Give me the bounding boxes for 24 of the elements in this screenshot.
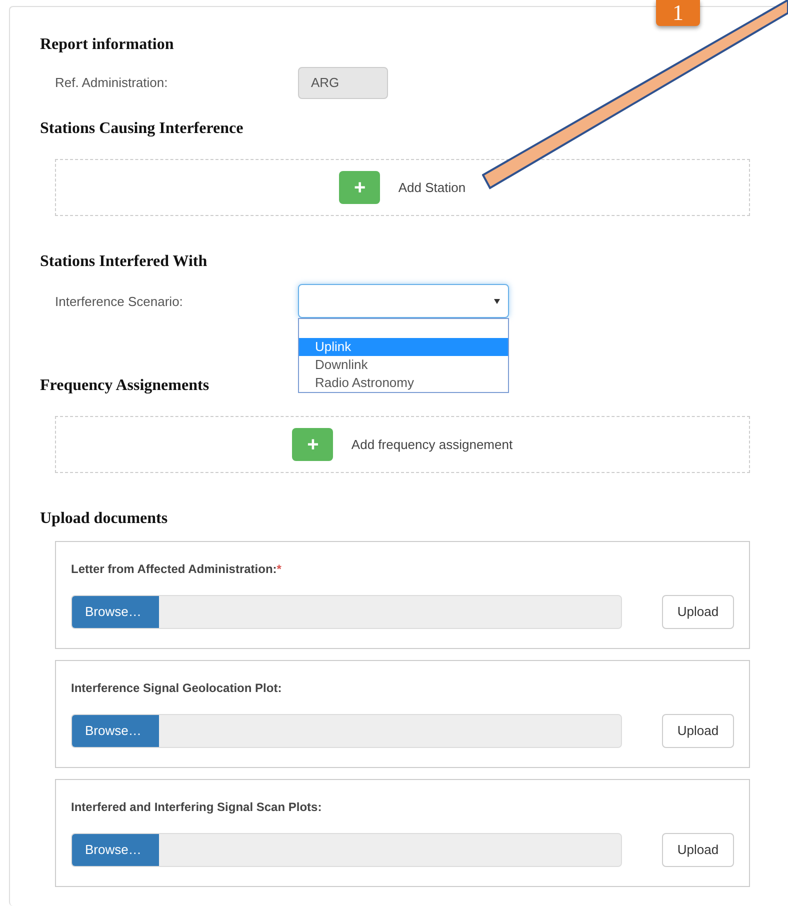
- section-heading: Stations Interfered With: [40, 252, 208, 272]
- file-field[interactable]: Browse…: [71, 595, 622, 629]
- upload-label: Interference Signal Geolocation Plot:: [71, 680, 283, 695]
- section-heading: Upload documents: [40, 509, 168, 529]
- select-field[interactable]: [298, 284, 509, 318]
- add-label: Add frequency assignement: [351, 436, 513, 454]
- section-heading: Report information: [40, 35, 174, 55]
- section-heading: Stations Causing Interference: [40, 119, 244, 139]
- caret-icon: [494, 298, 500, 304]
- dropdown-option[interactable]: Downlink: [299, 356, 508, 374]
- upload-button[interactable]: Upload: [662, 833, 734, 867]
- upload-button[interactable]: Upload: [662, 714, 734, 748]
- dropdown-option[interactable]: Radio Astronomy: [299, 374, 508, 392]
- upload-label: Letter from Affected Administration:*: [71, 561, 282, 576]
- file-field[interactable]: Browse…: [71, 833, 622, 867]
- upload-label: Interfered and Interfering Signal Scan Plots:: [71, 799, 323, 814]
- add-label: Add Station: [398, 178, 466, 197]
- field-label: Ref. Administration:: [55, 74, 169, 92]
- dropdown-option[interactable]: Uplink: [299, 338, 508, 356]
- section-heading: Frequency Assignements: [40, 376, 210, 396]
- file-field[interactable]: Browse…: [71, 714, 622, 748]
- callout-badge: 1: [656, 0, 700, 26]
- field-label: Interference Scenario:: [55, 293, 184, 311]
- upload-button[interactable]: Upload: [662, 595, 734, 629]
